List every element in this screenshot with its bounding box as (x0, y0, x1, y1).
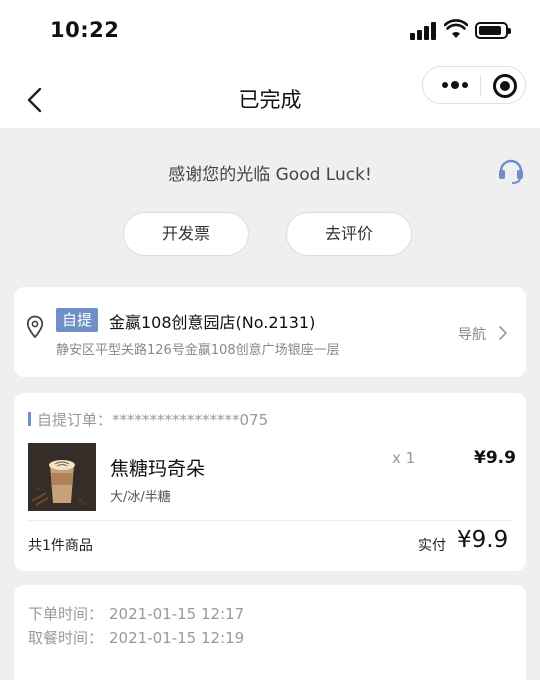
wifi-icon (444, 19, 468, 38)
store-name: 金嬴108创意园店(No.2131) (109, 313, 316, 332)
order-number-value: *****************075 (112, 411, 269, 429)
store-address: 静安区平型关路126号金嬴108创意广场银座一层 (56, 343, 340, 358)
navigate-link[interactable]: 导航 (458, 324, 486, 344)
customer-service-icon[interactable] (497, 156, 525, 186)
order-card: 自提订单：*****************075 焦糖玛奇朵 大/冰/半糖 x… (14, 393, 526, 571)
order-number: 自提订单：*****************075 (28, 409, 268, 430)
product-name: 焦糖玛奇朵 (110, 458, 206, 480)
product-price: ¥9.9 (474, 448, 516, 468)
store-card: 自提 金嬴108创意园店(No.2131) 静安区平型关路126号金嬴108创意… (14, 287, 526, 377)
review-button[interactable]: 去评价 (286, 212, 412, 256)
paid-label: 实付 (418, 538, 446, 554)
product-quantity: x 1 (392, 449, 416, 467)
pickup-time-label: 取餐时间： (28, 629, 104, 647)
location-pin-icon (26, 315, 44, 339)
thanks-message: 感谢您的光临 Good Luck! (168, 165, 372, 185)
more-options-icon[interactable] (441, 77, 469, 93)
divider (28, 520, 512, 521)
order-time-label: 下单时间： (28, 605, 104, 623)
battery-icon (475, 22, 511, 39)
order-time-value: 2021-01-15 12:17 (109, 605, 245, 623)
close-miniprogram-icon[interactable] (493, 74, 517, 98)
pickup-tag: 自提 (56, 308, 99, 332)
product-spec: 大/冰/半糖 (110, 490, 171, 505)
pickup-time-row: 取餐时间： 2021-01-15 12:19 (28, 627, 250, 648)
status-time: 10:22 (50, 18, 120, 42)
order-number-label: 自提订单： (37, 411, 113, 429)
chevron-right-icon[interactable] (498, 325, 508, 341)
paid-amount: ¥9.9 (457, 527, 509, 553)
top-bar: 10:22 已完成 (0, 0, 540, 128)
miniprogram-capsule (422, 66, 526, 104)
invoice-button[interactable]: 开发票 (123, 212, 249, 256)
product-image (28, 443, 96, 511)
order-time-row: 下单时间： 2021-01-15 12:17 (28, 603, 250, 624)
capsule-divider (480, 76, 481, 96)
total-items: 共1件商品 (28, 538, 93, 554)
pickup-time-value: 2021-01-15 12:19 (109, 629, 245, 647)
order-times-card: 下单时间： 2021-01-15 12:17 取餐时间： 2021-01-15 12… (14, 585, 526, 680)
cellular-signal-icon (410, 22, 438, 40)
